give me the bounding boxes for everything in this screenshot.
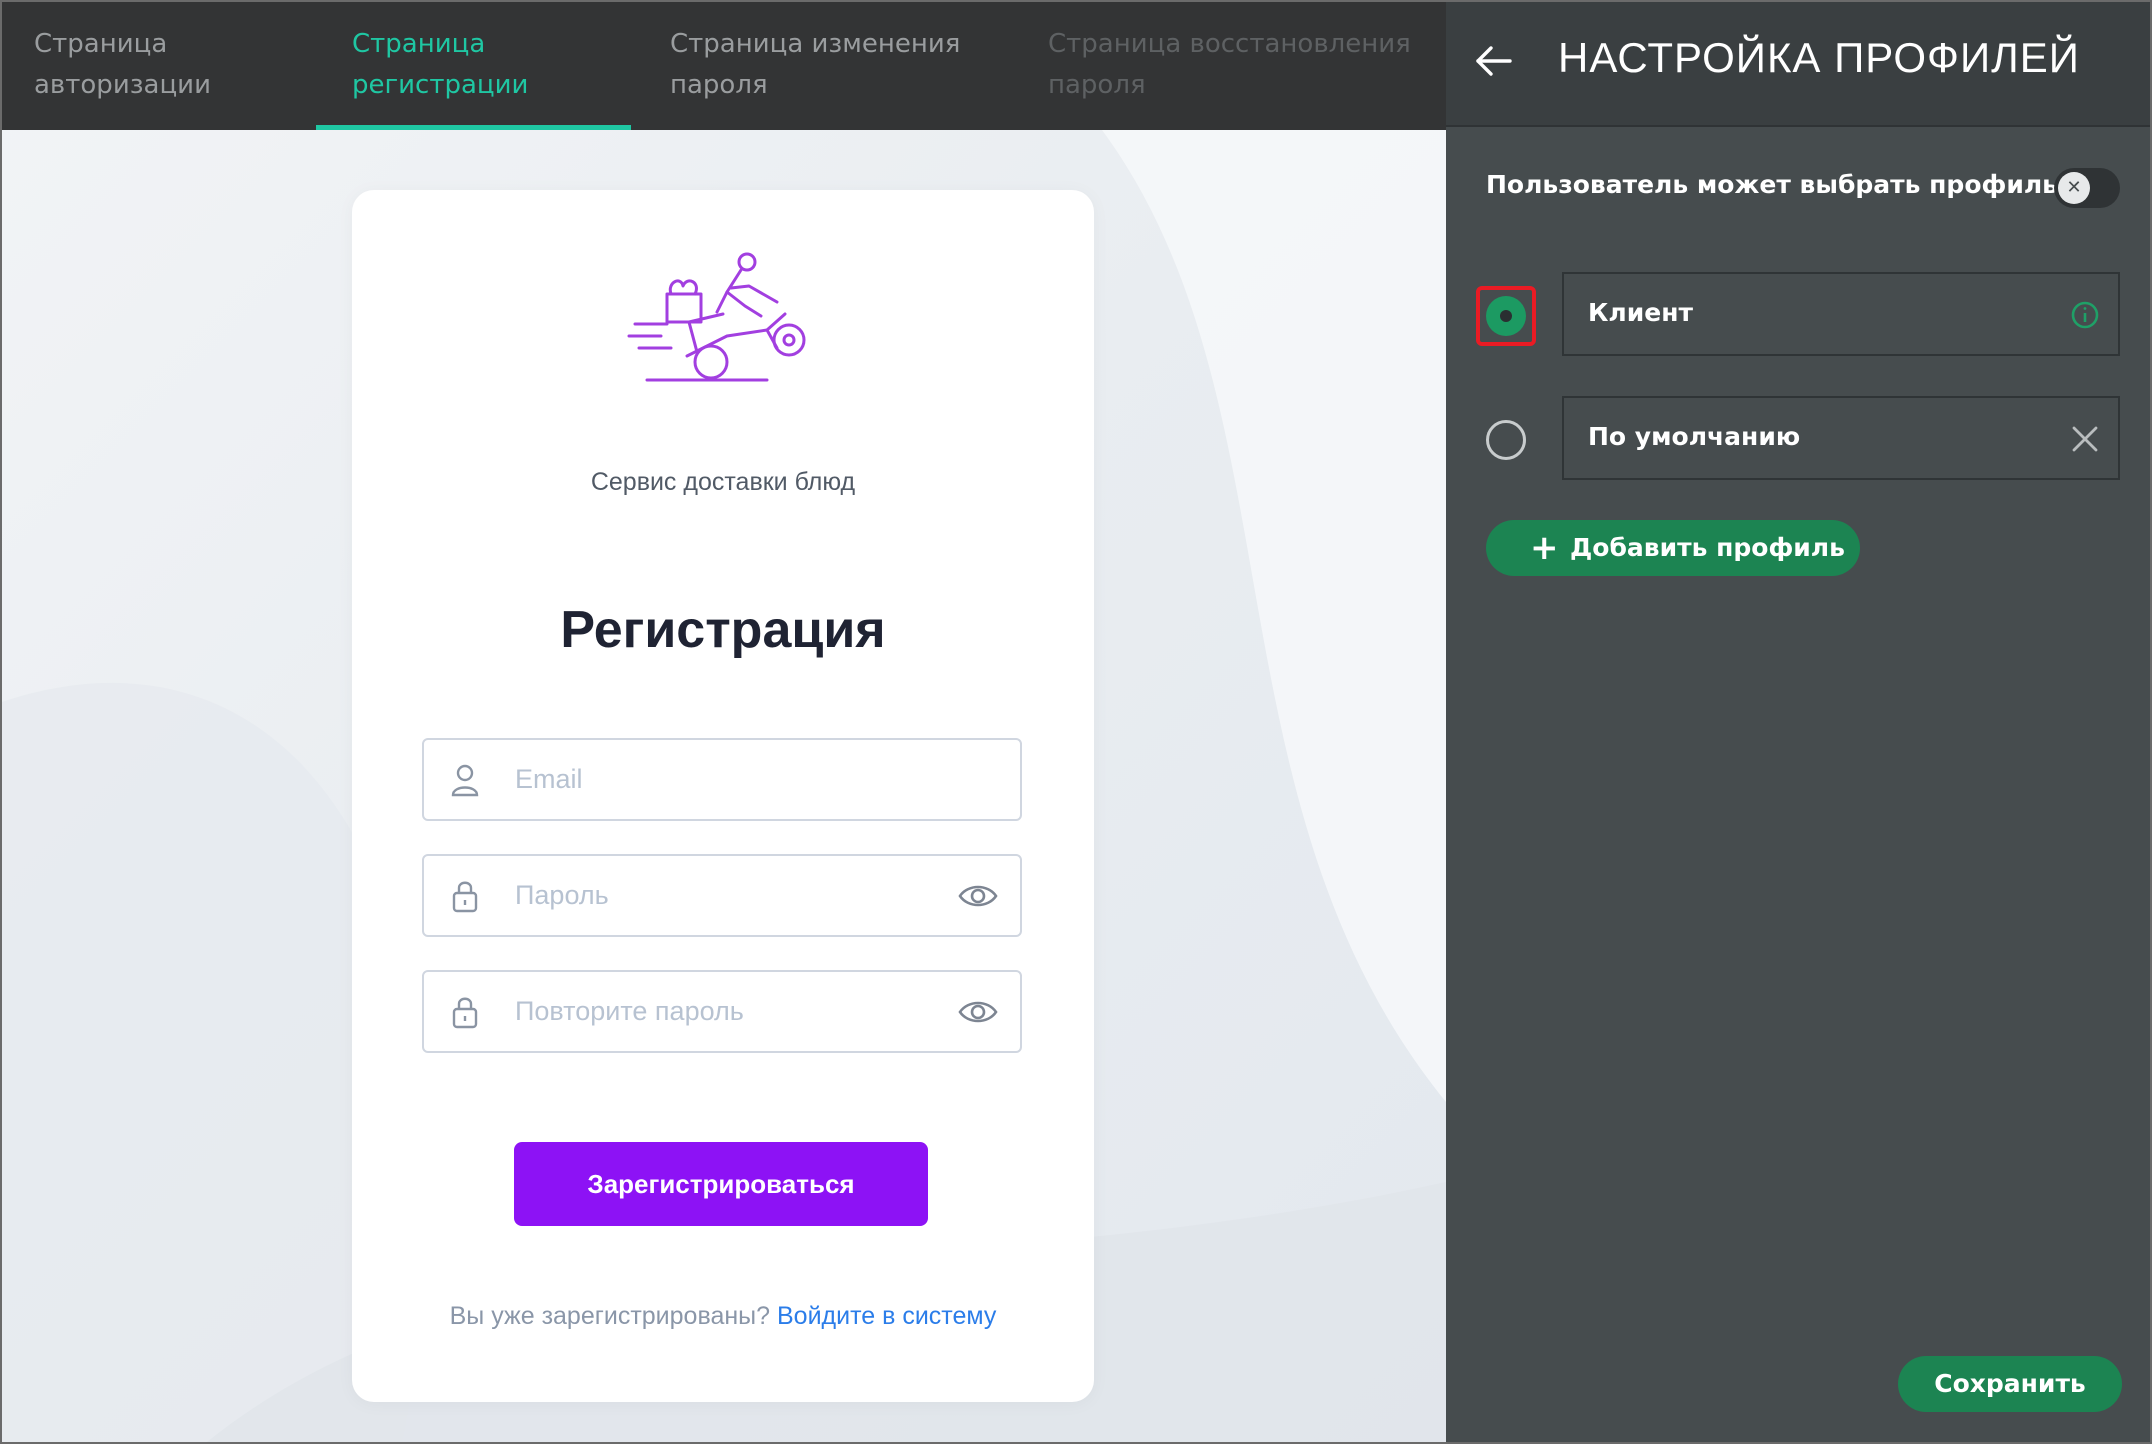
tab-registration[interactable]: Страница регистрации	[352, 2, 528, 130]
tab-password-recovery-line1: Страница восстановления	[1048, 29, 1411, 59]
eye-icon[interactable]	[958, 998, 998, 1026]
profile-radio-default[interactable]	[1486, 420, 1526, 460]
password-placeholder: Пароль	[515, 880, 609, 910]
login-prompt: Вы уже зарегистрированы? Войдите в систе…	[352, 1302, 1094, 1331]
already-registered-text: Вы уже зарегистрированы?	[449, 1302, 771, 1330]
login-link[interactable]: Войдите в систему	[777, 1302, 996, 1330]
active-tab-indicator	[316, 125, 631, 130]
info-icon[interactable]	[2070, 300, 2100, 330]
service-name: Сервис доставки блюд	[590, 468, 856, 496]
tab-authorization[interactable]: Страница авторизации	[34, 2, 211, 130]
tab-registration-line1: Страница	[352, 29, 486, 59]
profile-item-client[interactable]: Клиент	[1562, 272, 2120, 356]
tab-password-change-line2: пароля	[670, 70, 768, 100]
lock-icon	[452, 997, 478, 1029]
repeat-password-placeholder: Повторите пароль	[515, 996, 744, 1026]
profile-settings-panel: НАСТРОЙКА ПРОФИЛЕЙ Пользователь может вы…	[1446, 2, 2150, 1442]
arrow-left-icon[interactable]	[1474, 43, 1514, 79]
user-can-choose-profile-toggle[interactable]: ✕	[2054, 168, 2120, 208]
register-button[interactable]: Зарегистрироваться	[514, 1142, 928, 1226]
add-profile-button[interactable]: + Добавить профиль	[1486, 520, 1860, 576]
tab-authorization-line1: Страница	[34, 29, 168, 59]
profile-name: Клиент	[1588, 298, 1693, 327]
tab-password-change-line1: Страница изменения	[670, 29, 961, 59]
add-profile-label: Добавить профиль	[1570, 533, 1845, 562]
tab-registration-line2: регистрации	[352, 70, 529, 100]
registration-card: Сервис доставки блюд Регистрация Email П…	[352, 190, 1094, 1402]
panel-header: НАСТРОЙКА ПРОФИЛЕЙ	[1446, 2, 2150, 127]
save-button[interactable]: Сохранить	[1898, 1356, 2122, 1412]
user-can-choose-profile-label: Пользователь может выбрать профиль	[1486, 170, 2058, 199]
tab-password-recovery-line2: пароля	[1048, 70, 1146, 100]
plus-icon: +	[1530, 528, 1559, 568]
user-icon	[451, 764, 479, 797]
tab-password-recovery[interactable]: Страница восстановления пароля	[1048, 2, 1411, 130]
email-field[interactable]: Email	[422, 738, 1022, 821]
profile-radio-client[interactable]	[1486, 296, 1526, 336]
preview-tabs: Страница авторизации Страница регистраци…	[2, 2, 1446, 130]
eye-icon[interactable]	[958, 882, 998, 910]
profile-item-default[interactable]: По умолчанию	[1562, 396, 2120, 480]
app-window: Страница авторизации Страница регистраци…	[0, 0, 2152, 1444]
registration-title: Регистрация	[560, 601, 886, 659]
delivery-scooter-icon	[627, 252, 806, 382]
password-field[interactable]: Пароль	[422, 854, 1022, 937]
panel-title: НАСТРОЙКА ПРОФИЛЕЙ	[1558, 34, 2080, 81]
login-page-preview: Страница авторизации Страница регистраци…	[2, 2, 1446, 1442]
email-placeholder: Email	[515, 764, 583, 794]
tab-password-change[interactable]: Страница изменения пароля	[670, 2, 960, 130]
tab-authorization-line2: авторизации	[34, 70, 211, 100]
repeat-password-field[interactable]: Повторите пароль	[422, 970, 1022, 1053]
toggle-off-icon: ✕	[2058, 172, 2090, 204]
profile-name: По умолчанию	[1588, 422, 1801, 451]
close-icon[interactable]	[2070, 424, 2100, 454]
lock-icon	[452, 881, 478, 913]
